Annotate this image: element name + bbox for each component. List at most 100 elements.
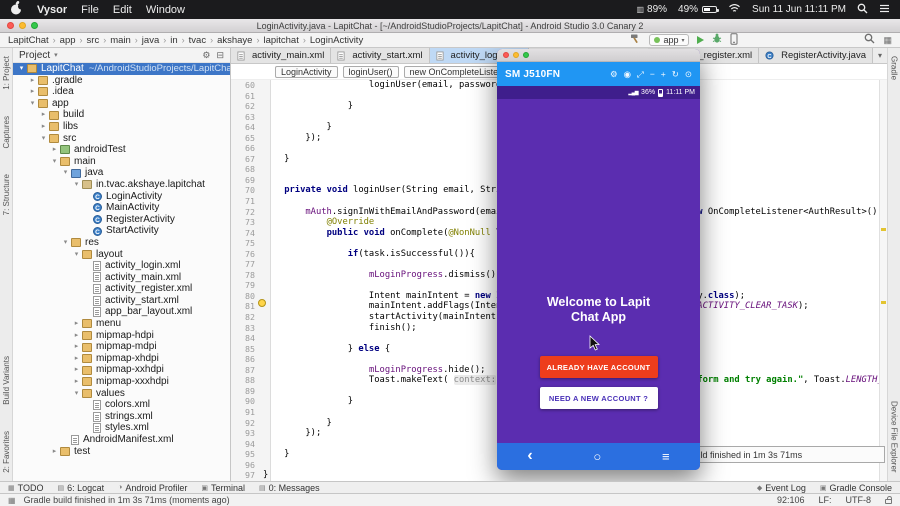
tree-item[interactable]: C RegisterActivity [13, 214, 230, 226]
line-separator-indicator[interactable]: LF: [818, 495, 831, 505]
tool-window-button[interactable]: 1: Project [2, 56, 11, 90]
menu-edit[interactable]: Edit [113, 4, 132, 16]
close-window-button[interactable] [503, 52, 509, 58]
expand-arrow-icon[interactable]: ▸ [50, 446, 59, 458]
expand-arrow-icon[interactable]: ▸ [72, 330, 81, 342]
tool-switcher-icon[interactable]: ▦ [8, 496, 16, 505]
zoom-window-button[interactable] [523, 52, 529, 58]
power-icon[interactable]: ⊙ [685, 69, 692, 80]
tree-item[interactable]: ▾ LapitChat ~/AndroidStudioProjects/LapitC… [13, 63, 230, 75]
menu-window[interactable]: Window [146, 4, 185, 16]
breadcrumb-item[interactable]: in [170, 35, 177, 46]
phone-screen[interactable]: Welcome to Lapit Chat App ALREADY HAVE A… [497, 99, 700, 443]
breadcrumb-item[interactable]: main [110, 35, 131, 46]
tool-window-button[interactable]: Captures [2, 116, 11, 148]
menubar-clock[interactable]: Sun 11 Jun 11:11 PM [752, 4, 846, 15]
expand-arrow-icon[interactable]: ▸ [50, 144, 59, 156]
context-chip[interactable]: LoginActivity [275, 65, 338, 78]
back-icon[interactable]: ‹ [527, 447, 532, 464]
wifi-icon[interactable] [728, 3, 741, 16]
tool-tab[interactable]: ▣ Terminal [201, 483, 245, 493]
context-chip[interactable]: loginUser() [342, 65, 399, 78]
run-button[interactable] [697, 36, 705, 44]
expand-arrow-icon[interactable]: ▸ [39, 121, 48, 133]
expand-arrow-icon[interactable]: ▾ [72, 179, 81, 191]
spotlight-icon[interactable] [857, 3, 868, 17]
expand-arrow-icon[interactable]: ▾ [28, 98, 37, 110]
expand-arrow-icon[interactable]: ▾ [72, 388, 81, 400]
notification-center-icon[interactable] [879, 4, 890, 16]
tree-item[interactable]: ▾ java [13, 167, 230, 179]
tool-window-button[interactable]: Device File Explorer [890, 401, 899, 473]
expand-arrow-icon[interactable]: ▸ [72, 341, 81, 353]
tree-item[interactable]: ▾ src [13, 133, 230, 145]
tool-window-button[interactable]: Build Variants [2, 356, 11, 405]
expand-arrow-icon[interactable]: ▾ [72, 249, 81, 261]
minimize-window-button[interactable] [513, 52, 519, 58]
editor-tab[interactable]: activity_start.xml [331, 48, 430, 63]
tree-item[interactable]: ▸ .idea [13, 86, 230, 98]
tree-item[interactable]: strings.xml [13, 411, 230, 423]
vysor-titlebar[interactable] [497, 49, 700, 62]
tool-tab[interactable]: ▤ 0: Messages [259, 483, 320, 493]
breadcrumb-item[interactable]: akshaye [217, 35, 252, 46]
tree-item[interactable]: styles.xml [13, 422, 230, 434]
menu-file[interactable]: File [81, 4, 99, 16]
volume-up-icon[interactable]: + [661, 69, 666, 79]
close-window-button[interactable] [7, 22, 14, 29]
tool-tab[interactable]: ▣ Gradle Console [820, 483, 892, 493]
tree-item[interactable]: C LoginActivity [13, 191, 230, 203]
phone-battery-indicator[interactable]: ▥ 89% [636, 4, 667, 15]
tree-item[interactable]: ▾ res [13, 237, 230, 249]
tool-window-button[interactable]: 7: Structure [2, 174, 11, 215]
expand-arrow-icon[interactable]: ▸ [72, 318, 81, 330]
tree-item[interactable]: ▸ menu [13, 318, 230, 330]
editor-tab[interactable]: C RegisterActivity.java [759, 48, 873, 63]
expand-arrow-icon[interactable]: ▾ [61, 167, 70, 179]
settings-icon[interactable]: ⚙ [610, 69, 618, 80]
tree-item[interactable]: colors.xml [13, 399, 230, 411]
expand-arrow-icon[interactable]: ▸ [72, 376, 81, 388]
tree-item[interactable]: ▸ mipmap-xxhdpi [13, 364, 230, 376]
tree-item[interactable]: activity_main.xml [13, 272, 230, 284]
tree-item[interactable]: ▾ values [13, 388, 230, 400]
tree-item[interactable]: C StartActivity [13, 225, 230, 237]
window-titlebar[interactable]: LoginActivity.java - LapitChat - [~/Andr… [0, 19, 900, 33]
expand-arrow-icon[interactable]: ▸ [72, 353, 81, 365]
breadcrumb-item[interactable]: tvac [189, 35, 206, 46]
menu-vysor[interactable]: Vysor [37, 4, 67, 16]
avd-manager-icon[interactable] [730, 32, 738, 48]
tree-item[interactable]: ▸ androidTest [13, 144, 230, 156]
breadcrumb-item[interactable]: lapitchat [263, 35, 298, 46]
tool-tab[interactable]: ▤ 6: Logcat [57, 483, 104, 493]
breadcrumb-item[interactable]: LoginActivity [310, 35, 363, 46]
camera-icon[interactable]: ◉ [624, 69, 631, 80]
tree-item[interactable]: ▸ test [13, 446, 230, 458]
tree-item[interactable]: ▸ mipmap-hdpi [13, 330, 230, 342]
tool-window-button[interactable]: Gradle [890, 56, 899, 80]
debug-button[interactable] [712, 33, 722, 47]
run-config-selector[interactable]: app ▾ [649, 34, 690, 46]
tool-window-button[interactable]: 2: Favorites [2, 431, 11, 473]
collapse-all-icon[interactable]: ⊟ [216, 50, 224, 61]
fullscreen-icon[interactable]: ⤢ [637, 69, 644, 80]
tree-item[interactable]: ▾ app [13, 98, 230, 110]
battery-indicator[interactable]: 49% [678, 4, 720, 15]
tree-item[interactable]: ▸ build [13, 109, 230, 121]
tool-windows-grid-icon[interactable]: ▦ [883, 35, 892, 46]
expand-arrow-icon[interactable]: ▾ [50, 156, 59, 168]
already-have-account-button[interactable]: ALREADY HAVE ACCOUNT [539, 356, 658, 378]
expand-arrow-icon[interactable]: ▾ [17, 63, 26, 75]
tree-item[interactable]: ▾ layout [13, 249, 230, 261]
search-icon[interactable] [864, 33, 875, 47]
tree-item[interactable]: ▾ main [13, 156, 230, 168]
tree-item[interactable]: activity_login.xml [13, 260, 230, 272]
lock-icon[interactable] [885, 496, 892, 504]
intention-bulb-icon[interactable] [258, 299, 266, 307]
expand-arrow-icon[interactable]: ▸ [28, 75, 37, 87]
tool-tab[interactable]: ▦ TODO [8, 483, 43, 493]
rotate-icon[interactable]: ↻ [672, 69, 679, 80]
tree-item[interactable]: C MainActivity [13, 202, 230, 214]
tool-tab[interactable]: ◑ Android Profiler [118, 483, 187, 493]
file-encoding-indicator[interactable]: UTF-8 [846, 495, 872, 505]
